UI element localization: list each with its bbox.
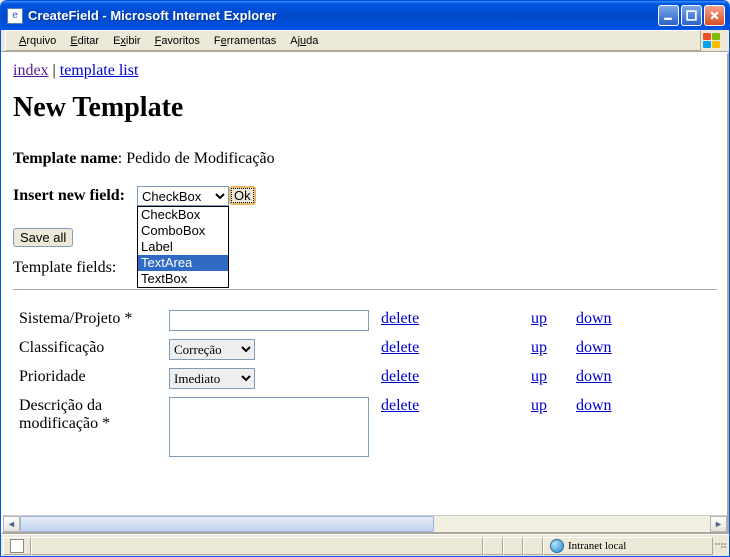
table-row: Prioridade Imediato delete up down — [13, 364, 717, 393]
close-button[interactable] — [704, 5, 725, 26]
delete-link[interactable]: delete — [381, 368, 419, 385]
menu-ferramentas-label: rramentas — [227, 35, 277, 47]
globe-icon — [550, 539, 564, 553]
menubar: Arquivo Editar Exibir Favoritos Ferramen… — [1, 30, 729, 52]
up-link[interactable]: up — [531, 368, 547, 385]
content-area: index | template list New Template Templ… — [1, 52, 729, 534]
insert-field-label: Insert new field: — [13, 187, 125, 204]
status-zone: Intranet local — [543, 537, 713, 555]
table-row: Sistema/Projeto * delete up down — [13, 306, 717, 335]
fields-table: Sistema/Projeto * delete up down Classif… — [13, 306, 717, 466]
menu-favoritos-label: avoritos — [161, 35, 200, 47]
insert-field-line: Insert new field: CheckBox CheckBox Comb… — [13, 186, 717, 206]
menu-ajuda-label: da — [306, 35, 318, 47]
template-name-label: Template name — [13, 150, 118, 167]
down-link[interactable]: down — [576, 339, 612, 356]
breadcrumb-index-link[interactable]: index — [13, 62, 49, 79]
field-textarea[interactable] — [169, 397, 369, 457]
dropdown-option-textarea[interactable]: TextArea — [138, 255, 228, 271]
menu-ferramentas[interactable]: Ferramentas — [207, 33, 283, 49]
save-all-button[interactable]: Save all — [13, 228, 73, 247]
menu-exibir-label: ibir — [126, 35, 141, 47]
titlebar: e CreateField - Microsoft Internet Explo… — [1, 1, 729, 30]
breadcrumb-template-list-link[interactable]: template list — [60, 62, 139, 79]
breadcrumb-sep: | — [49, 62, 60, 79]
menu-ajuda[interactable]: Ajuda — [283, 33, 325, 49]
page-title: New Template — [13, 92, 717, 124]
scroll-thumb[interactable] — [20, 516, 434, 532]
up-link[interactable]: up — [531, 397, 547, 414]
field-label: Descrição da modificação * — [13, 393, 163, 466]
field-type-dropdown-list: CheckBox ComboBox Label TextArea TextBox — [137, 206, 229, 288]
delete-link[interactable]: delete — [381, 339, 419, 356]
up-link[interactable]: up — [531, 310, 547, 327]
template-name-value: Pedido de Modificação — [126, 150, 274, 167]
dropdown-option-combobox[interactable]: ComboBox — [138, 223, 228, 239]
field-text-input[interactable] — [169, 310, 369, 331]
field-label: Sistema/Projeto * — [13, 306, 163, 335]
template-fields-label: Template fields: — [13, 259, 717, 277]
down-link[interactable]: down — [576, 397, 612, 414]
window: e CreateField - Microsoft Internet Explo… — [0, 0, 730, 557]
status-doc-icon-cell — [3, 537, 31, 555]
dropdown-option-label[interactable]: Label — [138, 239, 228, 255]
field-label: Classificação — [13, 335, 163, 364]
table-row: Classificação Correção delete up down — [13, 335, 717, 364]
scroll-track[interactable] — [20, 516, 710, 532]
ie-page-icon: e — [7, 8, 23, 24]
ok-button[interactable]: Ok — [229, 186, 256, 205]
dropdown-option-checkbox[interactable]: CheckBox — [138, 207, 228, 223]
resize-grip[interactable] — [713, 542, 727, 549]
menu-arquivo-label: rquivo — [26, 35, 56, 47]
menu-favoritos[interactable]: Favoritos — [148, 33, 207, 49]
field-select[interactable]: Imediato — [169, 368, 255, 389]
statusbar: Intranet local — [1, 534, 729, 556]
breadcrumb: index | template list — [13, 62, 717, 80]
windows-flag-icon — [701, 31, 725, 51]
window-title: CreateField - Microsoft Internet Explore… — [28, 8, 658, 23]
scroll-right-button[interactable]: ► — [710, 516, 727, 532]
status-empty-2 — [503, 537, 523, 555]
minimize-button[interactable] — [658, 5, 679, 26]
status-zone-text: Intranet local — [568, 540, 626, 552]
down-link[interactable]: down — [576, 310, 612, 327]
separator — [13, 289, 717, 290]
delete-link[interactable]: delete — [381, 310, 419, 327]
status-spacer — [31, 537, 483, 555]
menu-editar[interactable]: Editar — [63, 33, 106, 49]
menu-editar-label: ditar — [78, 35, 99, 47]
maximize-button[interactable] — [681, 5, 702, 26]
field-select[interactable]: Correção — [169, 339, 255, 360]
field-type-select[interactable]: CheckBox — [137, 186, 229, 206]
document-icon — [10, 539, 24, 553]
scroll-left-button[interactable]: ◄ — [3, 516, 20, 532]
horizontal-scrollbar[interactable]: ◄ ► — [3, 515, 727, 532]
down-link[interactable]: down — [576, 368, 612, 385]
up-link[interactable]: up — [531, 339, 547, 356]
status-empty-3 — [523, 537, 543, 555]
field-label: Prioridade — [13, 364, 163, 393]
status-empty-1 — [483, 537, 503, 555]
table-row: Descrição da modificação * delete up dow… — [13, 393, 717, 466]
dropdown-option-textbox[interactable]: TextBox — [138, 271, 228, 287]
delete-link[interactable]: delete — [381, 397, 419, 414]
menu-arquivo[interactable]: Arquivo — [12, 33, 63, 49]
template-name-line: Template name: Pedido de Modificação — [13, 150, 717, 168]
menu-exibir[interactable]: Exibir — [106, 33, 148, 49]
